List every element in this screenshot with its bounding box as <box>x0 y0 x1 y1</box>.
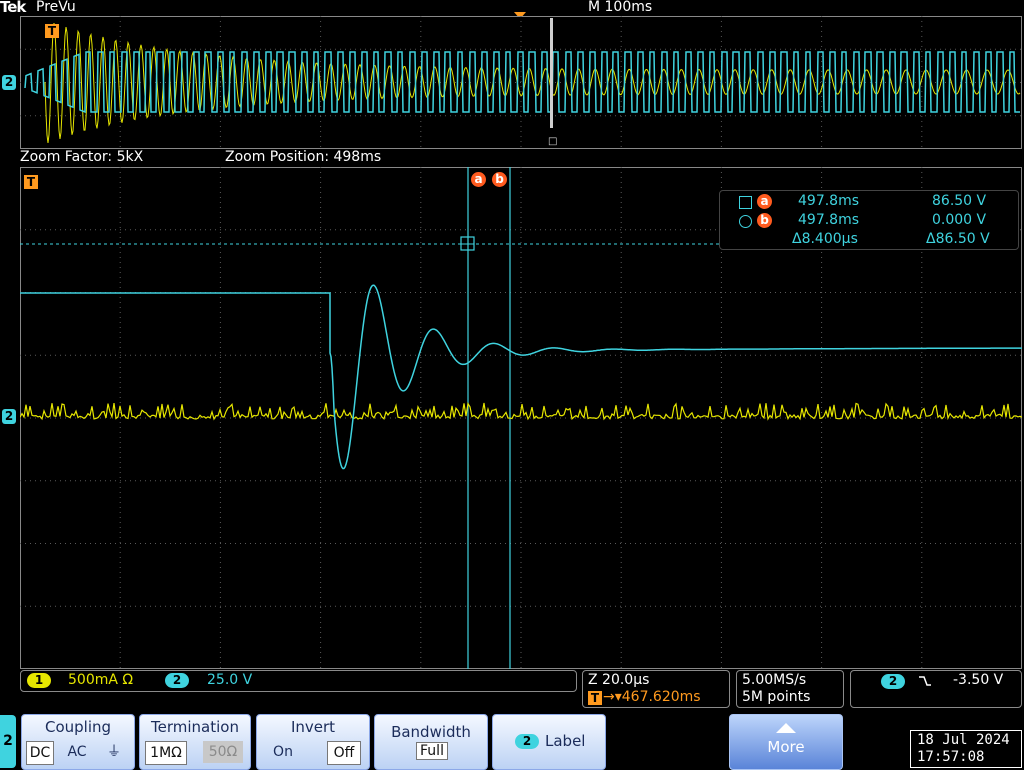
trigger-time-icon: T <box>588 691 602 705</box>
top-bar: Tek PreVu M 100ms <box>0 0 1024 19</box>
time-text: 17:57:08 <box>917 749 985 765</box>
main-ch2-marker: 2 <box>2 409 16 424</box>
zoom-info: Zoom Factor: 5kX Zoom Position: 498ms <box>20 149 1024 167</box>
ch2-scale[interactable]: 25.0 V <box>207 672 252 688</box>
label-button[interactable]: 2 Label <box>492 714 606 770</box>
overview-waveform[interactable]: T □ <box>20 16 1022 149</box>
ch2-badge: 2 <box>165 673 189 688</box>
cursor-readout: a 497.8ms 86.50 V b 497.8ms 0.000 V Δ8.4… <box>719 190 1019 250</box>
main-trigger-marker: T <box>24 175 38 189</box>
termination-title: Termination <box>151 718 239 736</box>
acquisition-mode: PreVu <box>36 0 76 15</box>
cursor-a-value: 86.50 V <box>932 193 987 209</box>
cursor-a-badge: a <box>757 194 772 209</box>
coupling-title: Coupling <box>44 718 112 736</box>
cursor-b-time: 497.8ms <box>798 212 860 228</box>
invert-on[interactable]: On <box>263 741 303 763</box>
sample-rate: 5.00MS/s <box>742 672 807 688</box>
coupling-dc[interactable]: DC <box>26 741 54 765</box>
channel-status-bar[interactable]: 1 500mA Ω 2 25.0 V <box>20 670 577 692</box>
acquisition-panel[interactable]: 5.00MS/s 5M points <box>736 670 844 708</box>
termination-button[interactable]: Termination 1MΩ 50Ω <box>139 714 251 770</box>
label-title: Label <box>545 732 586 750</box>
bandwidth-value: Full <box>416 742 448 760</box>
circle-cursor-icon <box>739 215 752 228</box>
delta-time: Δ8.400µs <box>792 231 858 247</box>
cursor-b-value: 0.000 V <box>932 212 987 228</box>
termination-1m[interactable]: 1MΩ <box>145 741 187 765</box>
square-cursor-icon <box>739 196 752 209</box>
more-title: More <box>767 738 805 756</box>
more-button[interactable]: More <box>729 714 843 770</box>
cursor-a-marker[interactable]: a <box>471 172 486 187</box>
label-channel-badge: 2 <box>515 734 539 749</box>
coupling-ground-icon[interactable]: ⏚ <box>100 741 128 763</box>
ch1-scale[interactable]: 500mA Ω <box>68 672 133 688</box>
record-length: 5M points <box>742 689 811 705</box>
trigger-source-badge: 2 <box>881 674 905 689</box>
overview-ch2-marker: 2 <box>2 75 16 90</box>
ch1-badge: 1 <box>27 673 51 688</box>
cursor-b-marker[interactable]: b <box>492 172 507 187</box>
coupling-ac[interactable]: AC <box>62 741 92 763</box>
date-time-display: 18 Jul 2024 17:57:08 <box>910 730 1022 768</box>
horizontal-panel[interactable]: Z 20.0µs T →▾467.620ms <box>582 670 730 708</box>
overview-trigger-marker: T <box>45 24 59 38</box>
overview-cursor-marker: □ <box>548 136 558 147</box>
zoom-position: Zoom Position: 498ms <box>225 149 382 165</box>
invert-button[interactable]: Invert On Off <box>256 714 370 770</box>
trigger-level: -3.50 V <box>953 672 1004 688</box>
up-arrow-icon <box>776 723 796 733</box>
trigger-panel[interactable]: 2 -3.50 V <box>850 670 1022 708</box>
date-text: 18 Jul 2024 <box>917 732 1010 748</box>
cursor-a-row: a 497.8ms 86.50 V <box>720 193 1018 211</box>
zoom-factor: Zoom Factor: 5kX <box>20 149 144 165</box>
invert-title: Invert <box>290 718 336 736</box>
invert-off[interactable]: Off <box>327 741 361 765</box>
cursor-b-row: b 497.8ms 0.000 V <box>720 212 1018 230</box>
coupling-button[interactable]: Coupling DC AC ⏚ <box>21 714 135 770</box>
termination-50: 50Ω <box>203 741 243 763</box>
delta-value: Δ86.50 V <box>926 231 990 247</box>
cursor-b-badge: b <box>757 213 772 228</box>
brand-logo: Tek <box>0 0 26 16</box>
bandwidth-button[interactable]: Bandwidth Full <box>374 714 488 770</box>
cursor-delta-row: Δ8.400µs Δ86.50 V <box>720 231 1018 249</box>
falling-edge-icon <box>919 676 931 686</box>
zoom-scale: Z 20.0µs <box>588 672 650 688</box>
main-timebase: M 100ms <box>588 0 653 15</box>
trigger-position: →▾467.620ms <box>603 689 701 705</box>
bandwidth-title: Bandwidth <box>391 723 471 741</box>
channel-menu-tab[interactable]: 2 <box>0 715 16 768</box>
cursor-a-time: 497.8ms <box>798 193 860 209</box>
